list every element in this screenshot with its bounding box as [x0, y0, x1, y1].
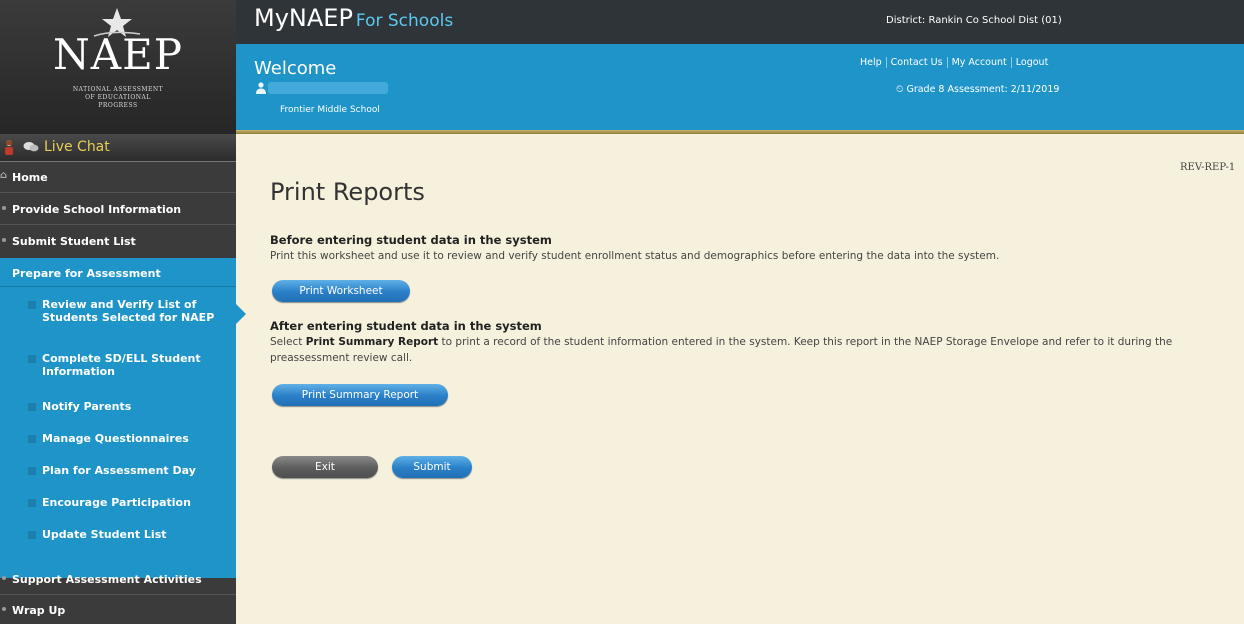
school-name: Frontier Middle School — [280, 105, 380, 115]
logo-wordmark: NAEP — [53, 30, 183, 79]
sidebar-divider — [0, 224, 236, 225]
clock-icon: ⏲ — [896, 84, 904, 95]
text-emphasis: Print Summary Report — [305, 336, 439, 348]
section-after-title: After entering student data in the syste… — [270, 319, 542, 333]
my-account-link[interactable]: My Account — [948, 57, 1012, 68]
sidebar-group-prepare-for-assessment: Prepare for Assessment Review and Verify… — [0, 258, 236, 578]
app-title: MyNAEP For Schools — [254, 4, 453, 32]
header-divider — [236, 130, 1244, 134]
square-bullet-icon — [28, 467, 36, 475]
sidebar: Live Chat ⌂ Home Provide School Informat… — [0, 134, 236, 624]
sidebar-item-label: Update Student List — [42, 528, 167, 541]
page-title: Print Reports — [270, 178, 425, 206]
naep-logo: NAEP NATIONAL ASSESSMENT OF EDUCATIONAL … — [0, 0, 236, 134]
text-part: Select — [270, 336, 306, 348]
sidebar-item-provide-school-information[interactable]: Provide School Information — [0, 196, 236, 222]
app-name: MyNAEP — [254, 4, 353, 32]
sidebar-item-wrap-up[interactable]: Wrap Up — [0, 598, 236, 622]
logo-sub-line: OF EDUCATIONAL — [85, 94, 151, 101]
top-links: Help Contact Us My Account Logout — [856, 57, 1052, 68]
bullet-icon — [2, 576, 6, 580]
square-bullet-icon — [28, 531, 36, 539]
bullet-icon — [2, 206, 6, 210]
sidebar-divider — [0, 594, 236, 595]
sidebar-item-label: Plan for Assessment Day — [42, 464, 196, 477]
app-suffix: For Schools — [355, 11, 454, 31]
welcome-title: Welcome — [254, 58, 337, 79]
square-bullet-icon — [28, 355, 36, 363]
label-line: Review and Verify List of — [42, 298, 197, 311]
logo-sub-line: NATIONAL ASSESSMENT — [72, 86, 164, 93]
sidebar-subitem-encourage-participation[interactable]: Encourage Participation — [0, 494, 236, 516]
sidebar-item-home[interactable]: ⌂ Home — [0, 168, 236, 188]
chat-bubble-icon — [23, 142, 39, 152]
assessment-date: ⏲ Grade 8 Assessment: 2/11/2019 — [896, 84, 1059, 95]
bullet-icon — [2, 238, 6, 242]
section-before-text: Print this worksheet and use it to revie… — [270, 250, 1000, 262]
help-link[interactable]: Help — [856, 57, 887, 68]
sidebar-subitem-manage-questionnaires[interactable]: Manage Questionnaires — [0, 430, 236, 452]
square-bullet-icon — [28, 301, 36, 309]
sidebar-item-support-assessment-activities[interactable]: Support Assessment Activities — [0, 566, 236, 592]
agent-avatar-icon — [5, 140, 13, 155]
square-bullet-icon — [28, 435, 36, 443]
label-line: Complete SD/ELL Student — [42, 352, 201, 365]
contact-us-link[interactable]: Contact Us — [887, 57, 948, 68]
exit-button[interactable]: Exit — [272, 456, 378, 478]
live-chat-label: Live Chat — [44, 139, 110, 155]
sidebar-item-label: Manage Questionnaires — [42, 432, 189, 445]
submit-button[interactable]: Submit — [392, 456, 472, 478]
sidebar-item-label: Prepare for Assessment — [12, 267, 161, 280]
sidebar-item-label: Wrap Up — [12, 604, 66, 617]
welcome-bar: Welcome Frontier Middle School Help Cont… — [236, 44, 1244, 130]
active-item-indicator — [236, 304, 246, 324]
live-chat-button[interactable]: Live Chat — [0, 134, 236, 162]
top-bar: MyNAEP For Schools District: Rankin Co Sc… — [236, 0, 1244, 44]
home-icon: ⌂ — [0, 170, 8, 181]
district-label: District: Rankin Co School Dist (01) — [886, 15, 1062, 26]
sidebar-item-label: Home — [12, 171, 48, 184]
sidebar-item-label: Complete SD/ELL Student Information — [42, 352, 201, 378]
square-bullet-icon — [28, 499, 36, 507]
bullet-icon — [2, 607, 6, 611]
logo-sub-line: PROGRESS — [98, 102, 138, 109]
assessment-date-text: Grade 8 Assessment: 2/11/2019 — [906, 84, 1060, 95]
user-icon — [256, 82, 266, 94]
sidebar-item-label: Submit Student List — [12, 235, 136, 248]
sidebar-item-label: Support Assessment Activities — [12, 573, 202, 586]
sidebar-subitem-review-verify-list[interactable]: Review and Verify List of Students Selec… — [0, 296, 236, 336]
print-worksheet-button[interactable]: Print Worksheet — [272, 280, 410, 302]
sidebar-subitem-notify-parents[interactable]: Notify Parents — [0, 398, 236, 420]
square-bullet-icon — [28, 403, 36, 411]
sidebar-item-label: Provide School Information — [12, 203, 182, 216]
section-before-title: Before entering student data in the syst… — [270, 233, 552, 247]
section-after-text: Select Print Summary Report to print a r… — [270, 334, 1230, 366]
user-name-redacted — [268, 82, 388, 94]
sidebar-subitem-complete-sd-ell[interactable]: Complete SD/ELL Student Information — [0, 350, 236, 390]
sidebar-subitem-plan-assessment-day[interactable]: Plan for Assessment Day — [0, 462, 236, 484]
logo-subtitle: NATIONAL ASSESSMENT OF EDUCATIONAL PROGR… — [0, 86, 236, 110]
logout-link[interactable]: Logout — [1012, 57, 1053, 68]
sidebar-item-label: Notify Parents — [42, 400, 132, 413]
label-line: Information — [42, 365, 115, 378]
label-line: Students Selected for NAEP — [42, 311, 215, 324]
sidebar-item-label: Review and Verify List of Students Selec… — [42, 298, 214, 324]
sidebar-subitem-update-student-list[interactable]: Update Student List — [0, 526, 236, 548]
print-summary-report-button[interactable]: Print Summary Report — [272, 384, 448, 406]
sidebar-item-label: Encourage Participation — [42, 496, 191, 509]
sidebar-item-submit-student-list[interactable]: Submit Student List — [0, 228, 236, 254]
sidebar-divider — [0, 192, 236, 193]
sidebar-divider — [0, 286, 236, 287]
page-id: REV-REP-1 — [1180, 162, 1236, 173]
sidebar-item-prepare-for-assessment[interactable]: Prepare for Assessment — [0, 258, 236, 286]
